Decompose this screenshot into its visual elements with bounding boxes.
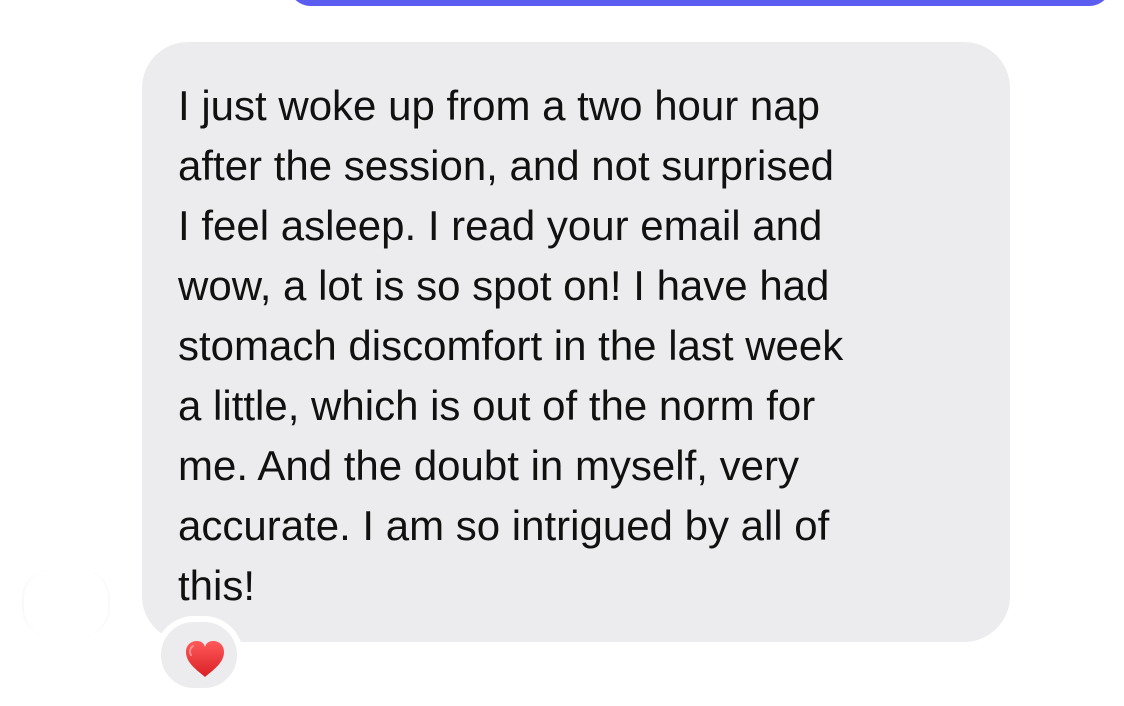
message-text: I just woke up from a two hour nap after…	[178, 82, 844, 609]
heart-icon	[186, 641, 224, 677]
faint-background-mark	[22, 570, 110, 636]
heart-reaction-badge[interactable]	[155, 616, 243, 694]
previous-outgoing-message-bubble[interactable]	[288, 0, 1112, 6]
incoming-message-bubble[interactable]: I just woke up from a two hour nap after…	[142, 42, 1010, 642]
